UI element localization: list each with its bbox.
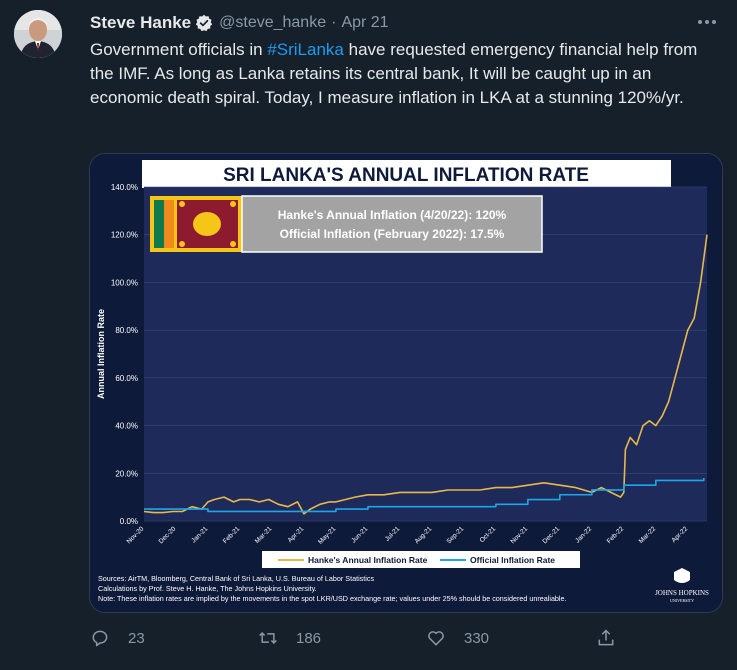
y-tick-label: 40.0% [115,422,138,431]
hashtag-link[interactable]: #SriLanka [267,40,344,59]
tweet-date[interactable]: Apr 21 [341,14,388,32]
sources-line3: Note: These inflation rates are implied … [98,594,567,603]
y-tick-label: 140.0% [111,183,138,192]
legend-hanke-label: Hanke's Annual Inflation Rate [308,555,428,565]
tweet-text: Government officials in #SriLanka have r… [90,38,720,110]
chart-image[interactable]: SRI LANKA'S ANNUAL INFLATION RATE 0.0% 20… [89,153,723,613]
logo-line1: JOHNS HOPKINS [655,589,709,597]
ellipsis-icon[interactable] [695,12,719,32]
y-tick-label: 20.0% [115,469,138,478]
y-axis-label: Annual Inflation Rate [96,309,106,399]
legend-official-label: Official Inflation Rate [470,555,555,565]
sri-lanka-flag [150,196,242,252]
reply-button[interactable]: 23 [90,628,145,648]
y-tick-label: 120.0% [111,231,138,240]
retweet-button[interactable]: 186 [258,628,321,648]
y-tick-label: 0.0% [120,517,138,526]
chart-title: SRI LANKA'S ANNUAL INFLATION RATE [223,165,589,186]
like-button[interactable]: 330 [426,628,489,648]
annotation-line2: Official Inflation (February 2022): 17.5… [280,227,505,241]
logo-line2: UNIVERSITY [670,598,694,603]
tweet-actions: 23 186 330 [90,628,650,654]
author-handle[interactable]: @steve_hanke [219,14,326,32]
sources-line1: Sources: AirTM, Bloomberg, Central Bank … [98,574,374,583]
annotation-line1: Hanke's Annual Inflation (4/20/22): 120% [278,208,507,222]
verified-badge-icon [195,14,213,32]
avatar[interactable] [14,10,62,58]
separator: · [331,14,337,31]
tweet-header: Steve Hanke @steve_hanke · Apr 21 [90,12,389,34]
reply-count: 23 [128,629,145,647]
author-name[interactable]: Steve Hanke [90,13,191,33]
sources-line2: Calculations by Prof. Steve H. Hanke, Th… [98,584,317,593]
y-tick-label: 60.0% [115,374,138,383]
inflation-chart: SRI LANKA'S ANNUAL INFLATION RATE 0.0% 20… [90,154,722,612]
retweet-count: 186 [296,629,322,647]
y-tick-label: 80.0% [115,326,138,335]
share-icon [598,629,614,646]
retweet-icon [259,631,277,645]
annotation-box [241,195,543,253]
tweet-text-before: Government officials in [90,40,268,59]
reply-icon [92,630,108,647]
heart-icon [428,631,444,646]
tweet[interactable]: Steve Hanke @steve_hanke · Apr 21 Govern… [0,0,737,670]
share-button[interactable] [596,628,634,648]
like-count: 330 [464,629,490,647]
y-tick-label: 100.0% [111,278,138,287]
